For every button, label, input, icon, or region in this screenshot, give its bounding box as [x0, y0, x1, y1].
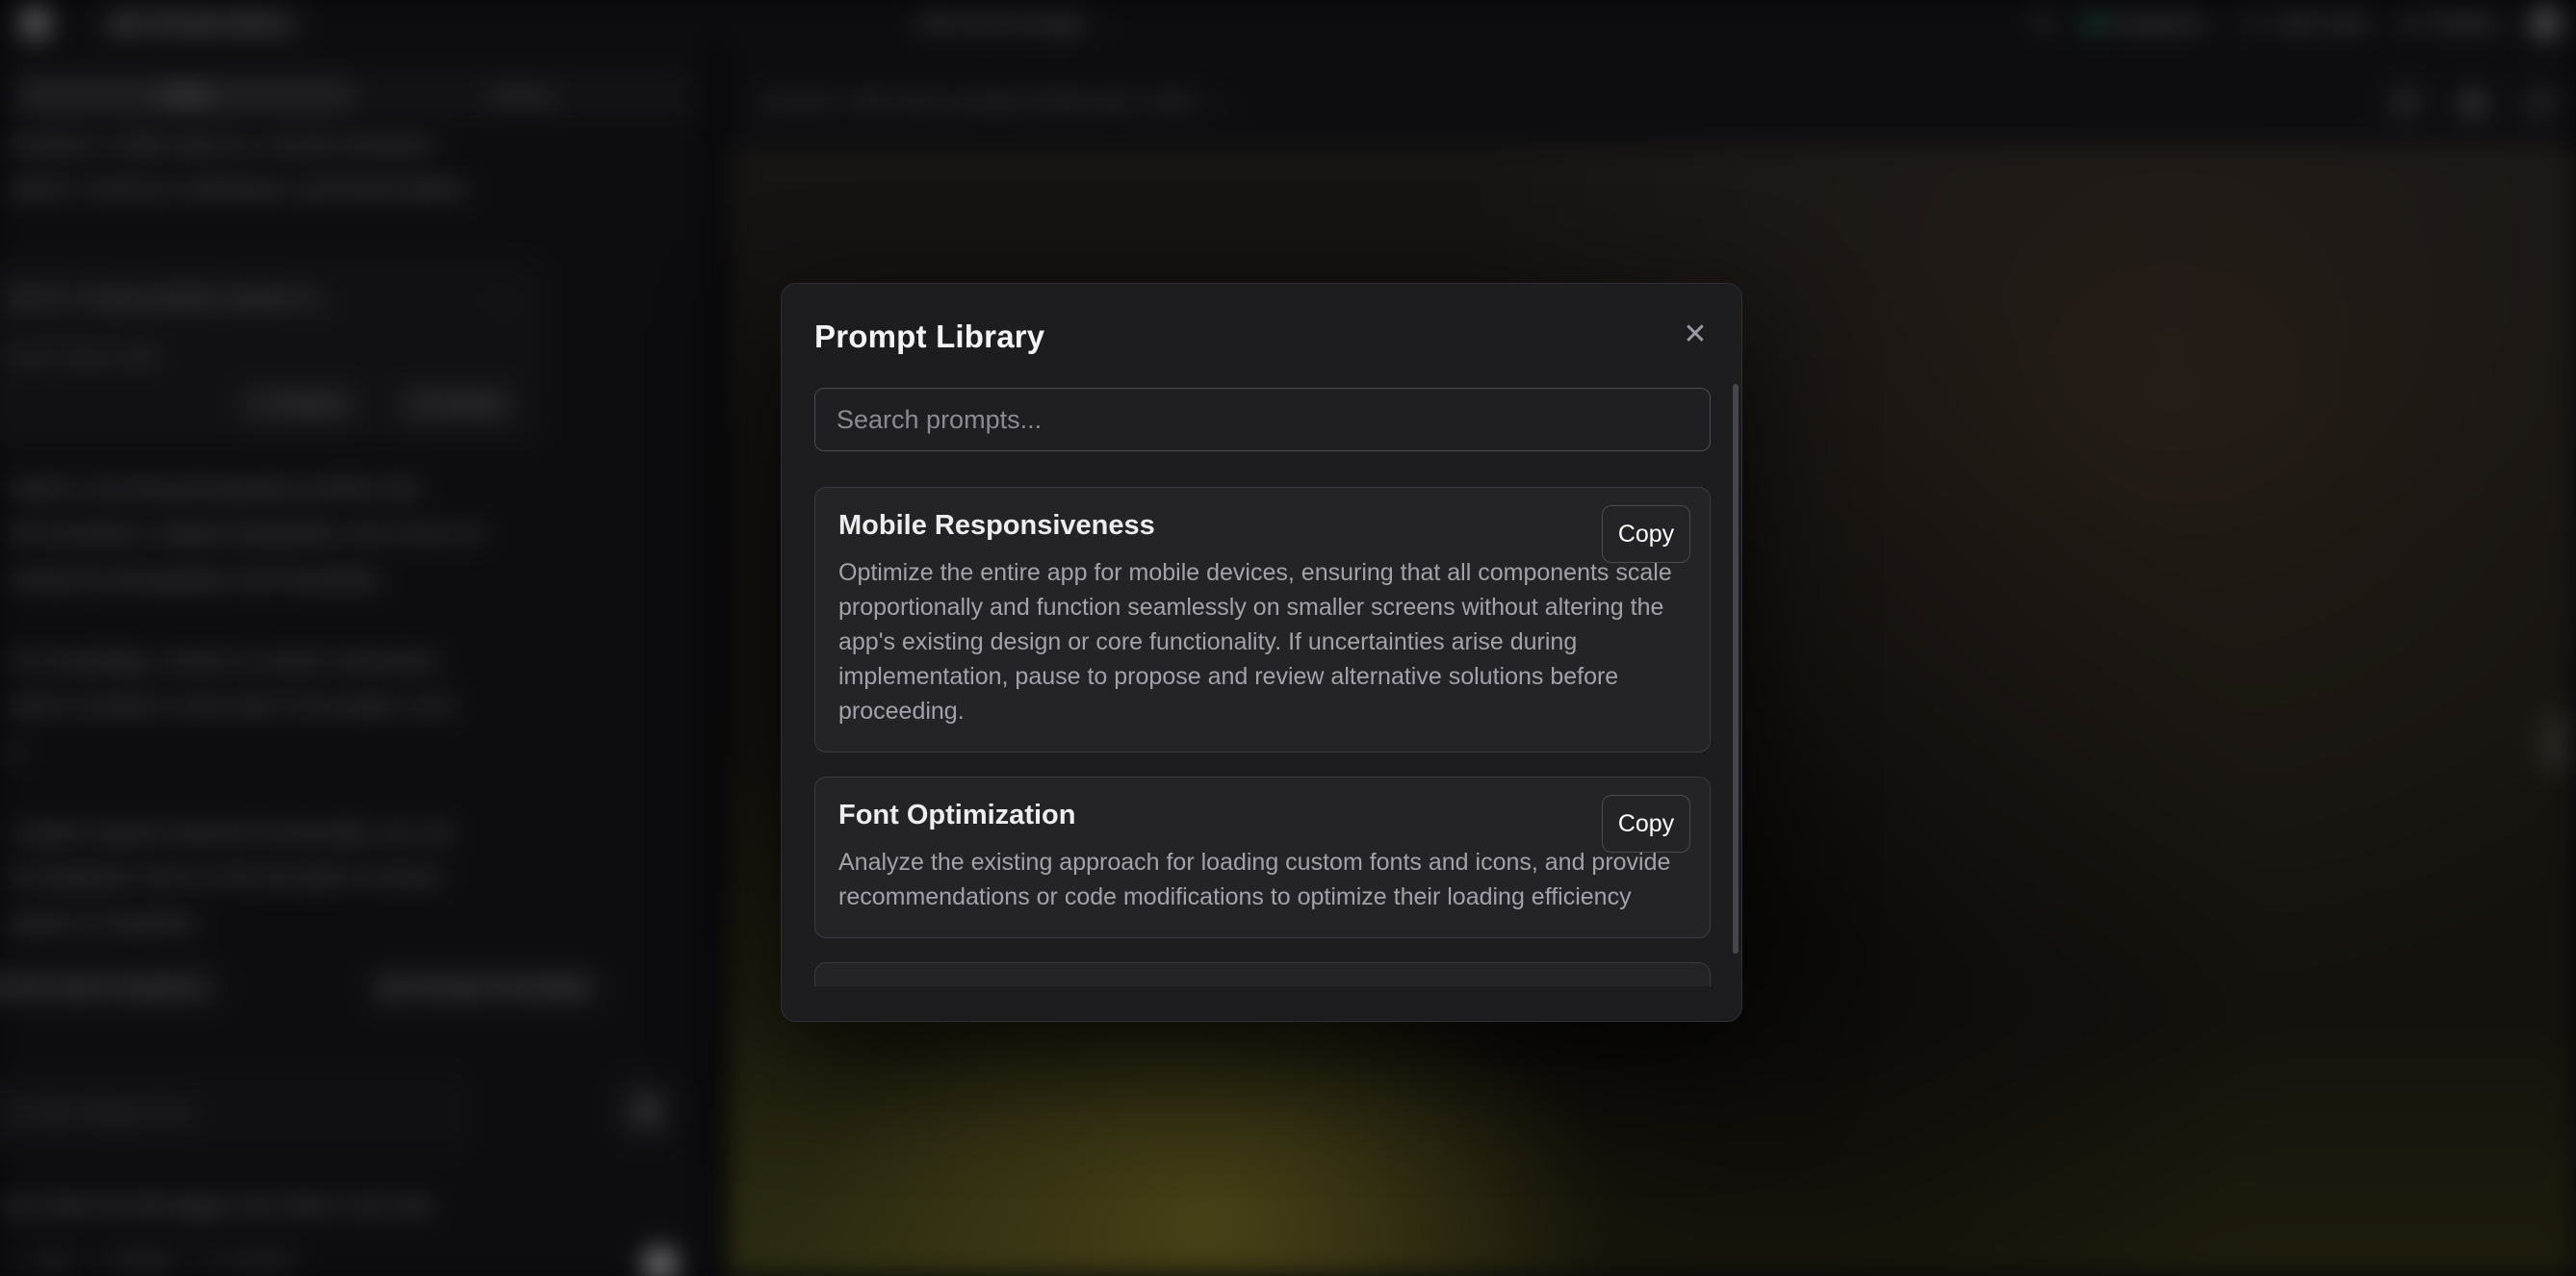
prompt-body: Optimize the entire app for mobile devic… [838, 555, 1686, 728]
prompt-card-partial[interactable] [814, 962, 1711, 986]
prompt-body: Analyze the existing approach for loadin… [838, 845, 1686, 914]
modal-scrollbar[interactable] [1733, 384, 1739, 954]
dialog-title: Prompt Library [814, 319, 1044, 355]
prompt-title: Font Optimization [838, 799, 1687, 831]
prompt-card-font-optimization[interactable]: Font Optimization Copy Analyze the exist… [814, 777, 1711, 938]
copy-button[interactable]: Copy [1602, 795, 1690, 853]
close-icon[interactable]: ✕ [1674, 313, 1716, 355]
prompt-card-mobile-responsiveness[interactable]: Mobile Responsiveness Copy Optimize the … [814, 487, 1711, 753]
prompt-library-dialog: Prompt Library ✕ Mobile Responsiveness C… [781, 283, 1742, 1022]
search-input[interactable] [814, 388, 1711, 451]
copy-button[interactable]: Copy [1602, 505, 1690, 563]
screen: ▦ Prompt Library urfd-cloud-voyage ⌄ ⚙ S… [0, 0, 2576, 1276]
prompt-list: Mobile Responsiveness Copy Optimize the … [814, 487, 1711, 986]
prompt-title: Mobile Responsiveness [838, 509, 1687, 542]
